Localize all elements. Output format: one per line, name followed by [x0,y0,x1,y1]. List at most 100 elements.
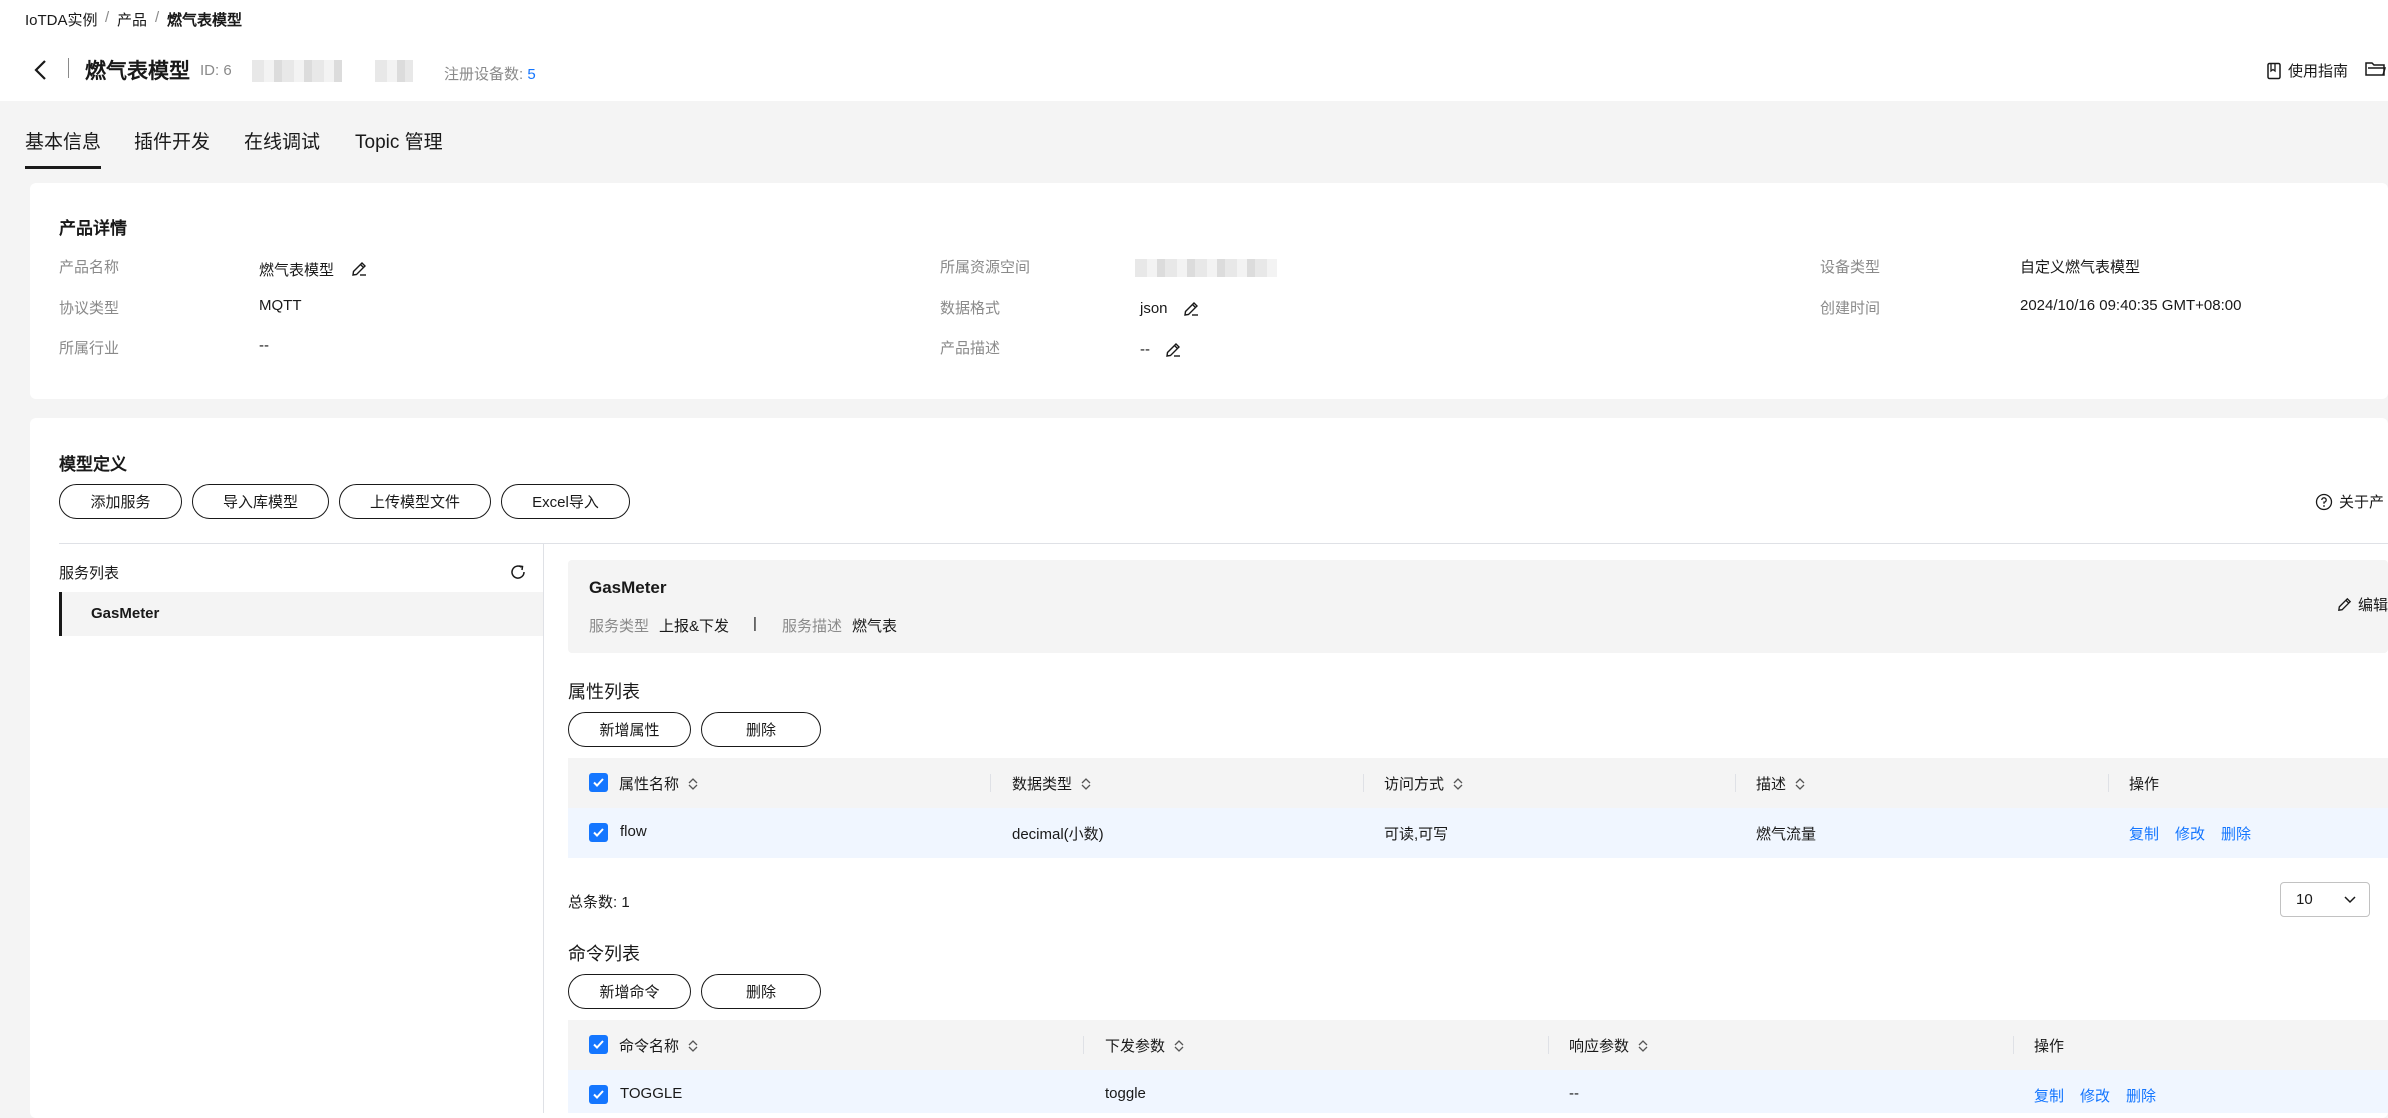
service-name: GasMeter [589,578,667,597]
edit-pencil-icon[interactable] [350,260,368,278]
data-type-cell: decimal(小数) [1012,826,1104,843]
redacted-id [252,60,342,82]
column-header-data-type[interactable]: 数据类型 [1012,773,1092,794]
tab-online-debug[interactable]: 在线调试 [244,127,320,154]
sort-icon[interactable] [1452,777,1464,791]
column-divider [990,774,991,792]
device-type-value: 自定义燃气表模型 [2020,259,2141,276]
service-info-box: GasMeter 服务类型 上报&下发 | 服务描述 燃气表 编辑 [568,560,2388,653]
created-time-label: 创建时间 [1820,300,1881,317]
data-format-label: 数据格式 [940,300,1001,317]
refresh-icon[interactable] [508,562,528,582]
back-arrow-icon[interactable] [27,56,55,84]
page-header: IoTDA实例 / 产品 / 燃气表模型 燃气表模型 ID: 6 注册设备数: … [0,0,2388,101]
usage-guide-link[interactable]: 使用指南 [2266,60,2348,81]
property-table-header: 属性名称 数据类型 访问方式 描述 操作 [568,758,2388,808]
info-separator: | [753,615,757,632]
column-label: 操作 [2034,1038,2065,1055]
column-header-send-params[interactable]: 下发参数 [1105,1035,1185,1056]
import-library-model-button[interactable]: 导入库模型 [192,484,329,519]
property-name-cell: flow [620,823,647,840]
folder-icon[interactable] [2364,60,2386,78]
column-label: 响应参数 [1569,1038,1630,1055]
sort-icon[interactable] [687,1039,699,1053]
service-item-label: GasMeter [91,605,160,622]
column-divider [1083,1036,1084,1054]
description-cell: 燃气流量 [1756,826,1817,843]
protocol-label: 协议类型 [59,300,120,317]
row-checkbox[interactable] [589,823,608,842]
divider [543,543,544,1113]
service-type-value: 上报&下发 [659,618,730,635]
command-table-header: 命令名称 下发参数 响应参数 操作 [568,1020,2388,1070]
registered-devices: 注册设备数: 5 [444,66,536,83]
edit-pencil-icon[interactable] [1164,341,1182,359]
column-header-response-params[interactable]: 响应参数 [1569,1035,1649,1056]
tab-basic-info[interactable]: 基本信息 [25,127,102,169]
column-label: 属性名称 [619,776,680,793]
copy-link[interactable]: 复制 [2129,823,2159,844]
modify-link[interactable]: 修改 [2080,1085,2110,1106]
column-label: 命令名称 [619,1038,680,1055]
column-header-property-name[interactable]: 属性名称 [619,773,699,794]
access-mode-cell: 可读,可写 [1384,826,1449,843]
row-checkbox[interactable] [589,1085,608,1104]
service-type-label: 服务类型 [589,618,650,635]
product-details-card: 产品详情 产品名称 燃气表模型 协议类型 MQTT 所属行业 -- 所属资源空间… [30,183,2388,399]
delete-link[interactable]: 删除 [2221,823,2251,844]
column-divider [2108,774,2109,792]
service-desc-label: 服务描述 [782,618,843,635]
usage-guide-label: 使用指南 [2288,63,2349,80]
sort-icon[interactable] [1080,777,1092,791]
registered-count[interactable]: 5 [527,66,535,83]
column-header-command-name[interactable]: 命令名称 [619,1035,699,1056]
help-circle-icon [2315,493,2333,510]
excel-import-button[interactable]: Excel导入 [501,484,630,519]
delete-command-button[interactable]: 删除 [701,974,821,1009]
breadcrumb-product[interactable]: 产品 [117,9,147,30]
service-desc-value: 燃气表 [852,618,898,635]
table-row[interactable]: flow decimal(小数) 可读,可写 燃气流量 复制 修改 删除 [568,808,2388,858]
select-all-checkbox[interactable] [589,773,608,792]
tab-topic-management[interactable]: Topic 管理 [355,127,443,154]
modify-link[interactable]: 修改 [2175,823,2205,844]
divider [68,58,69,78]
delete-property-button[interactable]: 删除 [701,712,821,747]
page-size-value: 10 [2296,891,2313,908]
sort-icon[interactable] [1794,777,1806,791]
sort-icon[interactable] [1173,1039,1185,1053]
edit-service-button[interactable]: 编辑 [2336,594,2388,615]
service-item-gasmeter[interactable]: GasMeter [59,592,543,636]
column-label: 下发参数 [1105,1038,1166,1055]
industry-label: 所属行业 [59,340,120,357]
delete-link[interactable]: 删除 [2126,1085,2156,1106]
column-header-access-mode[interactable]: 访问方式 [1384,773,1464,794]
column-divider [1735,774,1736,792]
column-divider [1363,774,1364,792]
tab-plugin-dev[interactable]: 插件开发 [134,127,210,154]
column-header-actions: 操作 [2034,1035,2064,1056]
edit-pencil-icon [2338,597,2352,611]
add-service-button[interactable]: 添加服务 [59,484,182,519]
add-command-button[interactable]: 新增命令 [568,974,691,1009]
copy-link[interactable]: 复制 [2034,1085,2064,1106]
sort-icon[interactable] [687,777,699,791]
edit-pencil-icon[interactable] [1182,300,1200,318]
about-product-model-link[interactable]: 关于产 [2315,491,2384,512]
page-size-select[interactable]: 10 [2280,882,2370,917]
total-count: 总条数: 1 [568,891,630,912]
total-value: 1 [621,894,630,911]
column-divider [1548,1036,1549,1054]
breadcrumb-iotda[interactable]: IoTDA实例 [25,9,98,30]
breadcrumb-current: 燃气表模型 [167,12,243,29]
add-property-button[interactable]: 新增属性 [568,712,691,747]
redacted-resource-space [1135,259,1277,277]
breadcrumb-separator: / [105,9,110,26]
product-name-label: 产品名称 [59,259,120,276]
table-row[interactable]: TOGGLE toggle -- 复制 修改 删除 [568,1070,2388,1113]
upload-model-file-button[interactable]: 上传模型文件 [339,484,491,519]
send-params-cell: toggle [1105,1085,1146,1102]
select-all-checkbox[interactable] [589,1035,608,1054]
column-header-description[interactable]: 描述 [1756,773,1806,794]
sort-icon[interactable] [1637,1039,1649,1053]
